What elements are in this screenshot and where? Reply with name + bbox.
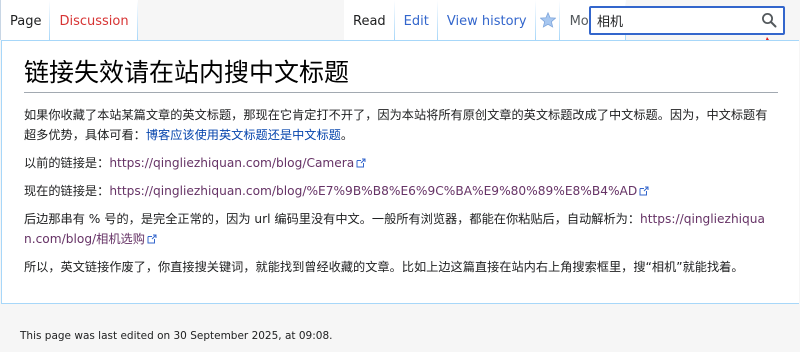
paragraph-text: 所以，英文链接作废了，你直接搜关键词，就能找到曾经收藏的文章。比如上边这篇直接在… (24, 260, 744, 274)
search-button[interactable] (761, 12, 777, 28)
star-icon (539, 11, 556, 28)
namespace-tabs: Page Discussion (0, 0, 138, 40)
tab-read[interactable]: Read (344, 0, 395, 40)
paragraph-text: 如果你收藏了本站某篇文章的英文标题，那现在它肯定打不开了，因为本站将所有原创文章… (24, 108, 768, 142)
article-link[interactable]: 博客应该使用英文标题还是中文标题 (146, 128, 341, 142)
paragraph: 现在的链接是：https://qingliezhiquan.com/blog/%… (24, 181, 776, 201)
search-box (589, 6, 785, 35)
external-link-new-url[interactable]: https://qingliezhiquan.com/blog/%E7%9B%B… (109, 184, 637, 198)
external-link-icon (639, 186, 649, 196)
search-input[interactable] (595, 9, 755, 31)
tab-edit[interactable]: Edit (394, 0, 438, 40)
view-tabs: Read Edit View history More (344, 0, 626, 40)
top-navigation: Page Discussion Read Edit View history M… (0, 0, 800, 40)
watch-star-button[interactable] (535, 0, 560, 40)
tab-view-history[interactable]: View history (437, 0, 536, 40)
paragraph-text: 后边那串有 % 号的，是完全正常的，因为 url 编码里没有中文。一般所有浏览器… (24, 212, 641, 226)
paragraph: 所以，英文链接作废了，你直接搜关键词，就能找到曾经收藏的文章。比如上边这篇直接在… (24, 257, 776, 277)
external-link-icon (356, 158, 366, 168)
paragraph: 如果你收藏了本站某篇文章的英文标题，那现在它肯定打不开了，因为本站将所有原创文章… (24, 105, 776, 145)
footer-last-edited: This page was last edited on 30 Septembe… (20, 330, 333, 342)
paragraph-text: 。 (340, 128, 354, 142)
paragraph: 后边那串有 % 号的，是完全正常的，因为 url 编码里没有中文。一般所有浏览器… (24, 209, 776, 249)
main-content: 链接失效请在站内搜中文标题 如果你收藏了本站某篇文章的英文标题，那现在它肯定打不… (1, 40, 799, 304)
paragraph-text: 以前的链接是： (24, 156, 110, 170)
article-body: 如果你收藏了本站某篇文章的英文标题，那现在它肯定打不开了，因为本站将所有原创文章… (24, 105, 776, 277)
tab-discussion[interactable]: Discussion (50, 0, 138, 40)
paragraph-text: 现在的链接是： (24, 184, 110, 198)
search-icon (762, 13, 777, 28)
external-link-icon (147, 234, 157, 244)
external-link-old-url[interactable]: https://qingliezhiquan.com/blog/Camera (109, 156, 354, 170)
page-title: 链接失效请在站内搜中文标题 (24, 57, 778, 93)
tab-page[interactable]: Page (0, 0, 51, 40)
paragraph: 以前的链接是：https://qingliezhiquan.com/blog/C… (24, 153, 776, 173)
